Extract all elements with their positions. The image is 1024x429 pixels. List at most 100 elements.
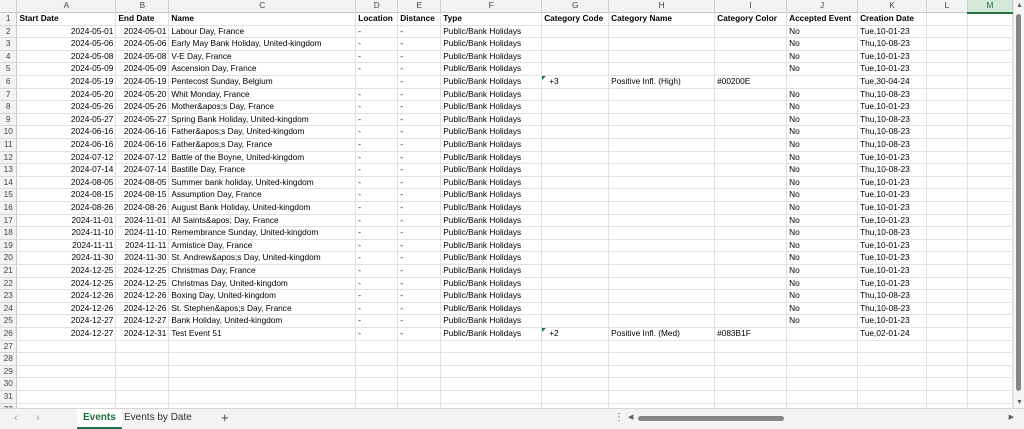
cell[interactable]: Tue,10-01-23 [857,314,928,328]
row-header[interactable]: 9 [0,113,18,127]
cell[interactable]: - [355,327,399,341]
cell[interactable]: Public/Bank Holidays [440,37,543,51]
cell[interactable] [967,289,1013,303]
cell[interactable] [608,113,716,127]
cell[interactable] [115,352,170,366]
cell[interactable]: 2024-05-01 [115,25,170,39]
cell[interactable] [355,377,399,391]
cell[interactable]: - [397,201,442,215]
cell[interactable]: Tue,10-01-23 [857,188,928,202]
cell-table[interactable]: ABCDEFGHIJKLM 1 Start Date End Date Name Loc… [0,0,1013,408]
cell[interactable]: - [355,138,399,152]
cell[interactable]: No [786,226,859,240]
cell[interactable]: 2024-05-19 [115,75,170,89]
tab-events-by-date[interactable]: Events by Date [118,409,198,429]
cell[interactable]: Father&apos;s Day, United-kingdom [168,125,357,140]
cell[interactable] [608,226,716,240]
cell[interactable] [714,151,788,165]
column-header-g[interactable]: G [541,0,610,14]
cell[interactable]: V-E Day, France [168,50,357,64]
cell[interactable] [714,100,788,114]
cell[interactable] [541,289,610,303]
cell[interactable]: 2024-12-27 [16,314,117,328]
cell[interactable] [926,88,968,102]
cell[interactable]: No [786,188,859,202]
cell[interactable]: - [397,264,442,278]
column-header-j[interactable]: J [786,0,859,14]
cell[interactable] [926,25,968,39]
cell[interactable]: Tue,10-01-23 [857,176,928,190]
cell[interactable]: No [786,25,859,39]
cell[interactable]: 2024-12-25 [16,277,117,291]
cell[interactable]: Father&apos;s Day, France [168,138,357,152]
cell[interactable]: Public/Bank Holidays [440,201,543,215]
row-header[interactable]: 27 [0,340,18,354]
cell[interactable]: - [397,25,442,39]
cell[interactable]: Thu,10-08-23 [857,138,928,152]
cell[interactable] [608,37,716,51]
cell[interactable] [926,151,968,165]
cell[interactable] [541,151,610,165]
cell[interactable] [541,377,610,391]
cell[interactable]: 2024-11-30 [16,251,117,265]
cell[interactable] [440,365,543,379]
cell[interactable]: 2024-05-26 [16,100,117,114]
cell[interactable]: Summer bank holiday, United-kingdom [168,176,357,190]
cell[interactable]: Thu,10-08-23 [857,302,928,316]
cell[interactable]: 2024-11-10 [115,226,170,240]
row-header[interactable]: 26 [0,327,18,341]
cell[interactable] [714,314,788,328]
cell[interactable]: 2024-05-08 [115,50,170,64]
cell[interactable]: Assumption Day, France [168,188,357,202]
row-header[interactable]: 29 [0,365,18,379]
cell[interactable] [541,25,610,39]
cell[interactable] [16,352,117,366]
cell[interactable]: 2024-12-25 [115,264,170,278]
vertical-scrollbar[interactable]: ▲ ▼ [1013,0,1024,408]
cell[interactable]: Ascension Day, France [168,62,357,77]
cell[interactable]: Spring Bank Holiday, United-kingdom [168,113,357,127]
cell[interactable] [926,50,968,64]
row-header[interactable]: 15 [0,188,18,202]
cell[interactable] [608,100,716,114]
cell[interactable]: 2024-11-11 [115,239,170,253]
cell[interactable]: Public/Bank Holidays [440,314,543,328]
cell[interactable] [926,75,968,89]
cell[interactable]: +3 [541,75,610,89]
cell[interactable]: Public/Bank Holidays [440,125,543,140]
cell[interactable]: - [355,251,399,265]
cell[interactable]: Labour Day, France [168,25,357,39]
column-header-c[interactable]: C [168,0,357,14]
cell[interactable]: Public/Bank Holidays [440,289,543,303]
cell[interactable] [714,352,788,366]
cell[interactable]: Tue,30-04-24 [857,75,928,89]
cell[interactable]: Boxing Day, United-kingdom [168,289,357,303]
cell[interactable] [967,264,1013,278]
cell[interactable] [926,365,968,379]
cell[interactable] [355,352,399,366]
cell[interactable] [608,277,716,291]
cell[interactable]: Pentecost Sunday, Belgium [168,75,357,89]
cell[interactable]: #00200E [714,75,788,89]
cell[interactable]: - [397,151,442,165]
cell[interactable]: #083B1F [714,327,788,341]
cell[interactable]: - [397,314,442,328]
cell[interactable]: Thu,10-08-23 [857,125,928,140]
cell[interactable] [967,277,1013,291]
row-header[interactable]: 30 [0,377,18,391]
cell[interactable] [608,125,716,140]
cell[interactable]: - [355,226,399,240]
cell[interactable] [967,176,1013,190]
cell[interactable] [967,365,1013,379]
cell[interactable] [926,264,968,278]
cell[interactable] [926,214,968,228]
cell[interactable]: Bastille Day, France [168,163,357,177]
cell[interactable]: August Bank Holiday, United-kingdom [168,201,357,215]
cell[interactable]: Public/Bank Holidays [440,113,543,127]
cell[interactable] [967,113,1013,127]
cell[interactable]: Tue,10-01-23 [857,25,928,39]
cell[interactable] [397,390,442,404]
cell[interactable] [926,352,968,366]
cell[interactable] [714,251,788,265]
select-all-corner[interactable] [0,0,18,14]
